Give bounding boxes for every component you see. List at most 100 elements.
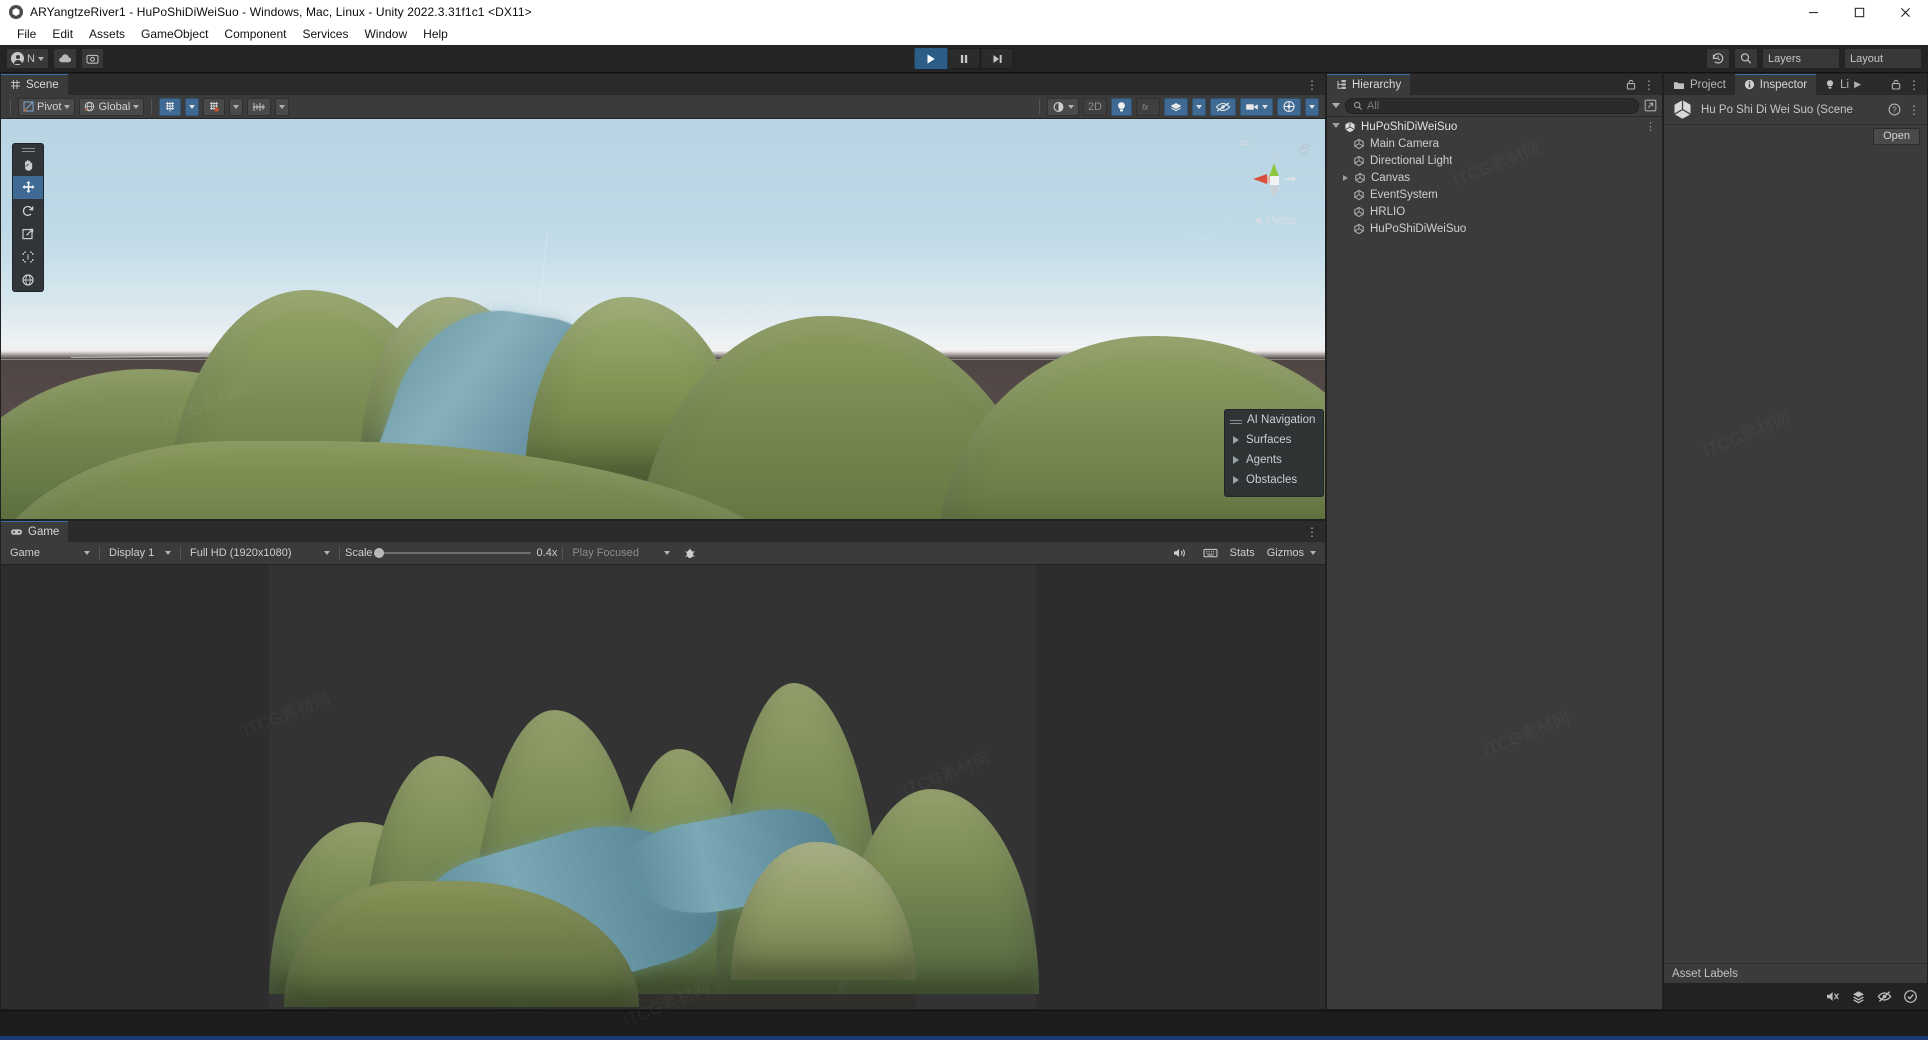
game-mute-button[interactable] xyxy=(1167,544,1191,562)
pause-button[interactable] xyxy=(947,48,981,69)
pivot-dropdown[interactable]: Pivot xyxy=(18,97,76,116)
hand-tool[interactable] xyxy=(13,153,43,176)
close-icon[interactable] xyxy=(1882,0,1928,24)
move-tool[interactable] xyxy=(13,176,43,199)
menu-item-assets[interactable]: Assets xyxy=(81,24,133,45)
step-button[interactable] xyxy=(980,48,1014,69)
game-display-dropdown[interactable]: Display 1 xyxy=(105,544,175,562)
game-stats-label[interactable]: Stats xyxy=(1230,547,1255,559)
toggle-2d-button[interactable]: 2D xyxy=(1082,97,1107,116)
layers-stack-icon[interactable] xyxy=(1851,989,1866,1004)
grid-snap-button[interactable] xyxy=(203,97,226,116)
scene-audio-button[interactable]: fx xyxy=(1136,97,1160,116)
shading-mode-button[interactable] xyxy=(1046,97,1079,116)
tab-game[interactable]: Game xyxy=(1,521,69,542)
lock-icon[interactable] xyxy=(1626,79,1636,90)
menu-item-gameobject[interactable]: GameObject xyxy=(133,24,216,45)
hierarchy-row-main-camera[interactable]: Main Camera xyxy=(1327,135,1662,152)
tab-scene[interactable]: Scene xyxy=(1,74,68,95)
game-scale-control[interactable]: Scale 0.4x xyxy=(345,547,557,559)
rotate-tool[interactable] xyxy=(13,199,43,222)
cloud-settings-button[interactable] xyxy=(80,48,104,69)
hierarchy-tree[interactable]: HuPoShiDiWeiSuo ⋮ Main Camera Directiona… xyxy=(1327,117,1662,1009)
scene-lighting-button[interactable] xyxy=(1111,97,1132,116)
game-more-options-icon[interactable]: ⋮ xyxy=(1306,526,1318,538)
tab-hierarchy[interactable]: Hierarchy xyxy=(1327,74,1411,95)
hierarchy-row-hupo-object[interactable]: HuPoShiDiWeiSuo xyxy=(1327,220,1662,237)
game-playmode-dropdown[interactable]: Play Focused xyxy=(568,544,675,562)
inspector-object-more-options-icon[interactable]: ⋮ xyxy=(1908,104,1920,116)
hierarchy-search-input[interactable]: All xyxy=(1345,97,1639,114)
undo-history-button[interactable] xyxy=(1706,48,1730,69)
menu-item-file[interactable]: File xyxy=(9,24,44,45)
asset-labels-section[interactable]: Asset Labels xyxy=(1664,963,1927,983)
grid-axis-button[interactable]: Y xyxy=(159,97,182,116)
menu-item-window[interactable]: Window xyxy=(356,24,415,45)
snap-increment-dropdown[interactable] xyxy=(275,97,290,116)
check-circle-icon[interactable] xyxy=(1903,989,1918,1004)
menu-item-services[interactable]: Services xyxy=(294,24,356,45)
no-sound-icon[interactable] xyxy=(1825,989,1840,1004)
grid-axis-dropdown[interactable] xyxy=(185,97,200,116)
lock-icon[interactable] xyxy=(1891,79,1901,90)
game-target-dropdown[interactable]: Game xyxy=(6,544,94,562)
menu-item-help[interactable]: Help xyxy=(415,24,456,45)
game-gizmos-dropdown[interactable]: Gizmos xyxy=(1262,544,1320,562)
scene-fx-dropdown[interactable] xyxy=(1192,97,1206,116)
game-scale-slider[interactable] xyxy=(373,548,531,558)
game-resolution-dropdown[interactable]: Full HD (1920x1080) xyxy=(186,544,334,562)
overlay-drag-handle[interactable] xyxy=(1230,419,1242,421)
ai-nav-section-agents[interactable]: Agents xyxy=(1225,450,1323,470)
scene-more-options-icon[interactable]: ⋮ xyxy=(1306,79,1318,91)
ai-nav-section-obstacles[interactable]: Obstacles xyxy=(1225,470,1323,490)
hidden-objects-button[interactable] xyxy=(1210,97,1236,116)
hierarchy-row-hrlio[interactable]: HRLIO xyxy=(1327,203,1662,220)
game-viewport[interactable] xyxy=(1,565,1325,1009)
hierarchy-row-scene-root[interactable]: HuPoShiDiWeiSuo ⋮ xyxy=(1327,118,1662,135)
gizmos-toggle-button[interactable] xyxy=(1277,97,1301,116)
rect-transform-tool[interactable] xyxy=(13,245,43,268)
visibility-off-icon[interactable] xyxy=(1877,989,1892,1004)
maximize-icon[interactable] xyxy=(1836,0,1882,24)
collapse-arrow-icon[interactable] xyxy=(1331,122,1340,131)
chevron-right-icon[interactable]: ▶ xyxy=(1854,79,1861,90)
tab-project[interactable]: Project xyxy=(1664,74,1735,95)
hierarchy-row-canvas[interactable]: Canvas xyxy=(1327,169,1662,186)
minimize-icon[interactable] xyxy=(1790,0,1836,24)
scene-fx-button[interactable] xyxy=(1164,97,1188,116)
scene-viewport[interactable]: Y ◄ Persp AI Navigation Surfaces Agents … xyxy=(1,119,1325,519)
scene-camera-button[interactable] xyxy=(1240,97,1273,116)
chevron-down-icon[interactable] xyxy=(1332,103,1340,108)
overlay-drag-handle[interactable] xyxy=(13,144,43,153)
play-button[interactable] xyxy=(914,48,948,69)
expand-arrow-icon[interactable] xyxy=(1341,174,1350,181)
transform-tool[interactable] xyxy=(13,268,43,291)
inspector-more-options-icon[interactable]: ⋮ xyxy=(1908,79,1920,91)
layers-dropdown[interactable]: Layers xyxy=(1762,48,1840,69)
hierarchy-row-eventsystem[interactable]: EventSystem xyxy=(1327,186,1662,203)
ai-nav-section-surfaces[interactable]: Surfaces xyxy=(1225,430,1323,450)
cloud-button[interactable] xyxy=(52,48,77,69)
snap-increment-button[interactable] xyxy=(247,97,272,116)
handle-space-dropdown[interactable]: Global xyxy=(79,97,145,116)
scene-view-mode[interactable]: ◄ Persp xyxy=(1237,215,1311,227)
game-stats-icon-button[interactable] xyxy=(1198,544,1222,562)
open-button[interactable]: Open xyxy=(1873,127,1920,145)
menu-item-edit[interactable]: Edit xyxy=(44,24,81,45)
scale-tool[interactable] xyxy=(13,222,43,245)
layout-dropdown[interactable]: Layout xyxy=(1844,48,1922,69)
slider-knob[interactable] xyxy=(373,548,384,558)
hierarchy-more-options-icon[interactable]: ⋮ xyxy=(1643,79,1655,91)
hierarchy-row-more-options-icon[interactable]: ⋮ xyxy=(1645,120,1656,133)
gizmos-dropdown[interactable] xyxy=(1305,97,1319,116)
gizmo-drag-handle[interactable] xyxy=(1239,141,1252,142)
grid-snap-dropdown[interactable] xyxy=(229,97,244,116)
tab-inspector[interactable]: Inspector xyxy=(1734,74,1817,95)
hierarchy-row-directional-light[interactable]: Directional Light xyxy=(1327,152,1662,169)
scene-orientation-gizmo[interactable]: Y ◄ Persp xyxy=(1237,141,1311,227)
help-icon[interactable]: ? xyxy=(1888,103,1901,116)
search-button[interactable] xyxy=(1734,48,1758,69)
ai-navigation-header[interactable]: AI Navigation xyxy=(1225,414,1323,430)
account-button[interactable]: N xyxy=(6,48,49,69)
tab-lighting[interactable]: Li ▶ xyxy=(1816,74,1863,95)
